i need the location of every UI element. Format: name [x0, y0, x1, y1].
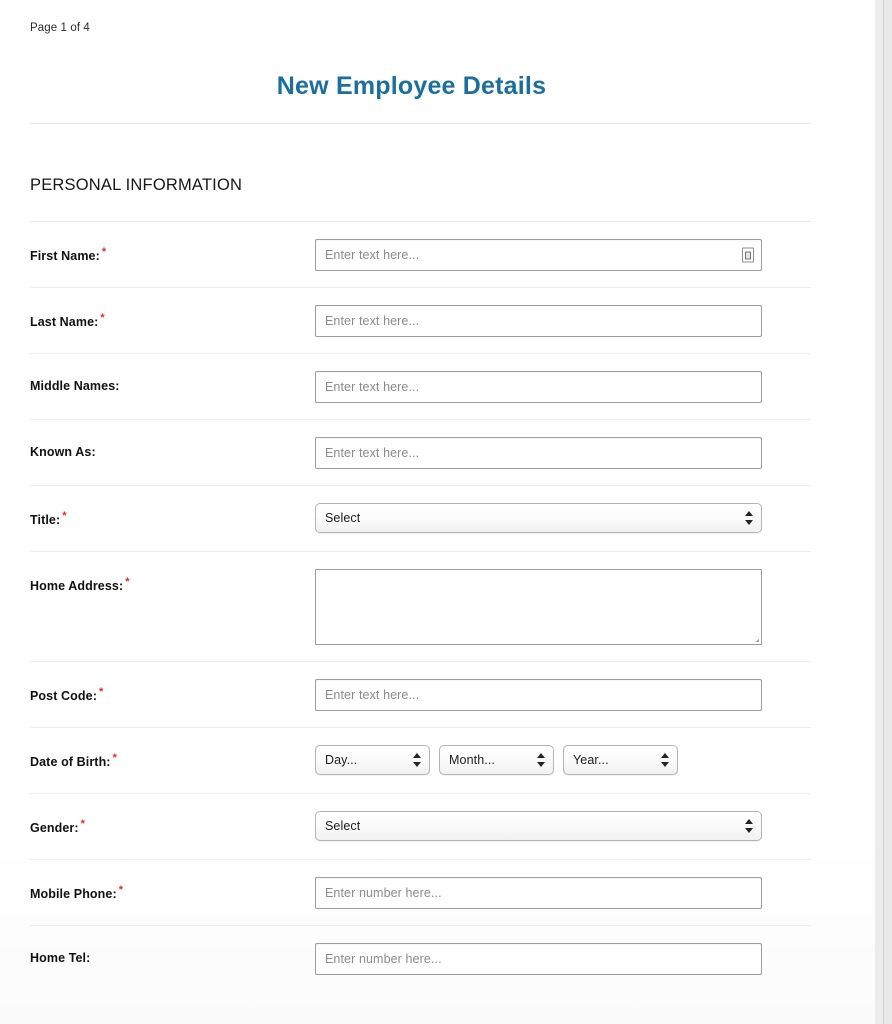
- form-field-list: First Name: * Enter text here... Last Name:…: [0, 222, 883, 992]
- field-control-title: Select: [315, 486, 811, 550]
- field-control-gender: Select: [315, 794, 811, 858]
- field-row-home-address: Home Address: *: [0, 552, 883, 662]
- required-asterisk: *: [112, 752, 117, 764]
- field-control-known-as: Enter text here...: [315, 420, 811, 486]
- placeholder-text: Enter text here...: [325, 446, 420, 460]
- placeholder-text: Enter number here...: [325, 952, 442, 966]
- field-label-text: Post Code:: [30, 689, 97, 704]
- field-control-home-tel: Enter number here...: [315, 926, 811, 992]
- placeholder-text: Enter text here...: [325, 380, 420, 394]
- post-code-input[interactable]: Enter text here...: [315, 679, 762, 711]
- select-stepper-arrows-icon: [661, 752, 670, 768]
- field-label-text: First Name:: [30, 249, 100, 264]
- field-control-mobile-phone: Enter number here...: [315, 860, 811, 926]
- page-counter: Page 1 of 4: [30, 22, 90, 34]
- page-title: New Employee Details: [276, 72, 547, 100]
- field-label-text: Home Address:: [30, 579, 124, 594]
- form-page: Page 1 of 4 New Employee Details PERSONA…: [0, 0, 884, 1024]
- field-row-title: Title: * Select: [0, 486, 883, 552]
- field-row-known-as: Known As: Enter text here...: [0, 420, 883, 486]
- field-label-gender: Gender: *: [30, 794, 315, 836]
- known-as-input[interactable]: Enter text here...: [315, 437, 762, 469]
- autofill-contact-card-icon[interactable]: [742, 247, 754, 263]
- section-heading-personal-information: PERSONAL INFORMATION: [30, 176, 243, 194]
- gender-select[interactable]: Select: [315, 811, 762, 841]
- middle-names-input[interactable]: Enter text here...: [315, 371, 762, 403]
- required-asterisk: *: [101, 246, 107, 258]
- field-label-post-code: Post Code: *: [30, 662, 315, 704]
- select-value: Select: [325, 511, 361, 525]
- field-control-post-code: Enter text here...: [315, 662, 811, 728]
- date-of-birth-group: Day... Month... Year...: [315, 745, 678, 775]
- dob-year-select[interactable]: Year...: [563, 745, 678, 775]
- field-label-text: Mobile Phone:: [30, 887, 117, 902]
- field-label-text: Title:: [30, 513, 61, 528]
- required-asterisk: *: [125, 576, 130, 588]
- field-control-first-name: Enter text here...: [315, 222, 811, 288]
- select-stepper-arrows-icon: [745, 510, 754, 526]
- dob-month-select[interactable]: Month...: [439, 745, 554, 775]
- select-stepper-arrows-icon: [537, 752, 546, 768]
- required-asterisk: *: [98, 686, 104, 698]
- field-label-text: Middle Names:: [30, 379, 120, 393]
- field-label-date-of-birth: Date of Birth: *: [30, 728, 315, 770]
- field-label-text: Last Name:: [30, 315, 99, 330]
- placeholder-text: Enter text here...: [325, 314, 420, 328]
- home-address-textarea[interactable]: [315, 569, 762, 645]
- resize-grip-icon[interactable]: [748, 631, 759, 642]
- field-control-home-address: [315, 552, 811, 662]
- select-value: Month...: [449, 753, 495, 767]
- field-label-text: Known As:: [30, 445, 96, 459]
- field-control-date-of-birth: Day... Month... Year...: [315, 728, 811, 792]
- last-name-input[interactable]: Enter text here...: [315, 305, 762, 337]
- field-label-middle-names: Middle Names:: [30, 354, 315, 394]
- select-stepper-arrows-icon: [413, 752, 422, 768]
- dob-day-select[interactable]: Day...: [315, 745, 430, 775]
- field-control-last-name: Enter text here...: [315, 288, 811, 354]
- field-row-mobile-phone: Mobile Phone: * Enter number here...: [0, 860, 883, 926]
- required-asterisk: *: [62, 510, 67, 522]
- field-row-middle-names: Middle Names: Enter text here...: [0, 354, 883, 420]
- select-value: Day...: [325, 753, 358, 767]
- field-row-date-of-birth: Date of Birth: * Day... Month... Year...: [0, 728, 883, 794]
- field-label-text: Home Tel:: [30, 951, 91, 965]
- required-asterisk: *: [118, 884, 124, 896]
- field-label-title: Title: *: [30, 486, 315, 528]
- field-control-middle-names: Enter text here...: [315, 354, 811, 420]
- field-row-post-code: Post Code: * Enter text here...: [0, 662, 883, 728]
- home-tel-input[interactable]: Enter number here...: [315, 943, 762, 975]
- select-stepper-arrows-icon: [745, 818, 754, 834]
- select-value: Year...: [573, 753, 609, 767]
- field-row-gender: Gender: * Select: [0, 794, 883, 860]
- field-row-home-tel: Home Tel: Enter number here...: [0, 926, 883, 992]
- field-label-text: Gender:: [30, 821, 79, 836]
- field-row-last-name: Last Name: * Enter text here...: [0, 288, 883, 354]
- field-label-home-address: Home Address: *: [30, 552, 315, 594]
- field-label-first-name: First Name: *: [30, 222, 315, 264]
- mobile-phone-input[interactable]: Enter number here...: [315, 877, 762, 909]
- required-asterisk: *: [80, 818, 86, 830]
- field-label-last-name: Last Name: *: [30, 288, 315, 330]
- first-name-input[interactable]: Enter text here...: [315, 239, 762, 271]
- field-label-text: Date of Birth:: [30, 755, 111, 770]
- field-row-first-name: First Name: * Enter text here...: [0, 222, 883, 288]
- placeholder-text: Enter number here...: [325, 886, 442, 900]
- field-label-known-as: Known As:: [30, 420, 315, 460]
- placeholder-text: Enter text here...: [325, 688, 420, 702]
- field-label-home-tel: Home Tel:: [30, 926, 315, 966]
- required-asterisk: *: [100, 312, 105, 324]
- title-select[interactable]: Select: [315, 503, 762, 533]
- select-value: Select: [325, 819, 361, 833]
- placeholder-text: Enter text here...: [325, 248, 420, 262]
- field-label-mobile-phone: Mobile Phone: *: [30, 860, 315, 902]
